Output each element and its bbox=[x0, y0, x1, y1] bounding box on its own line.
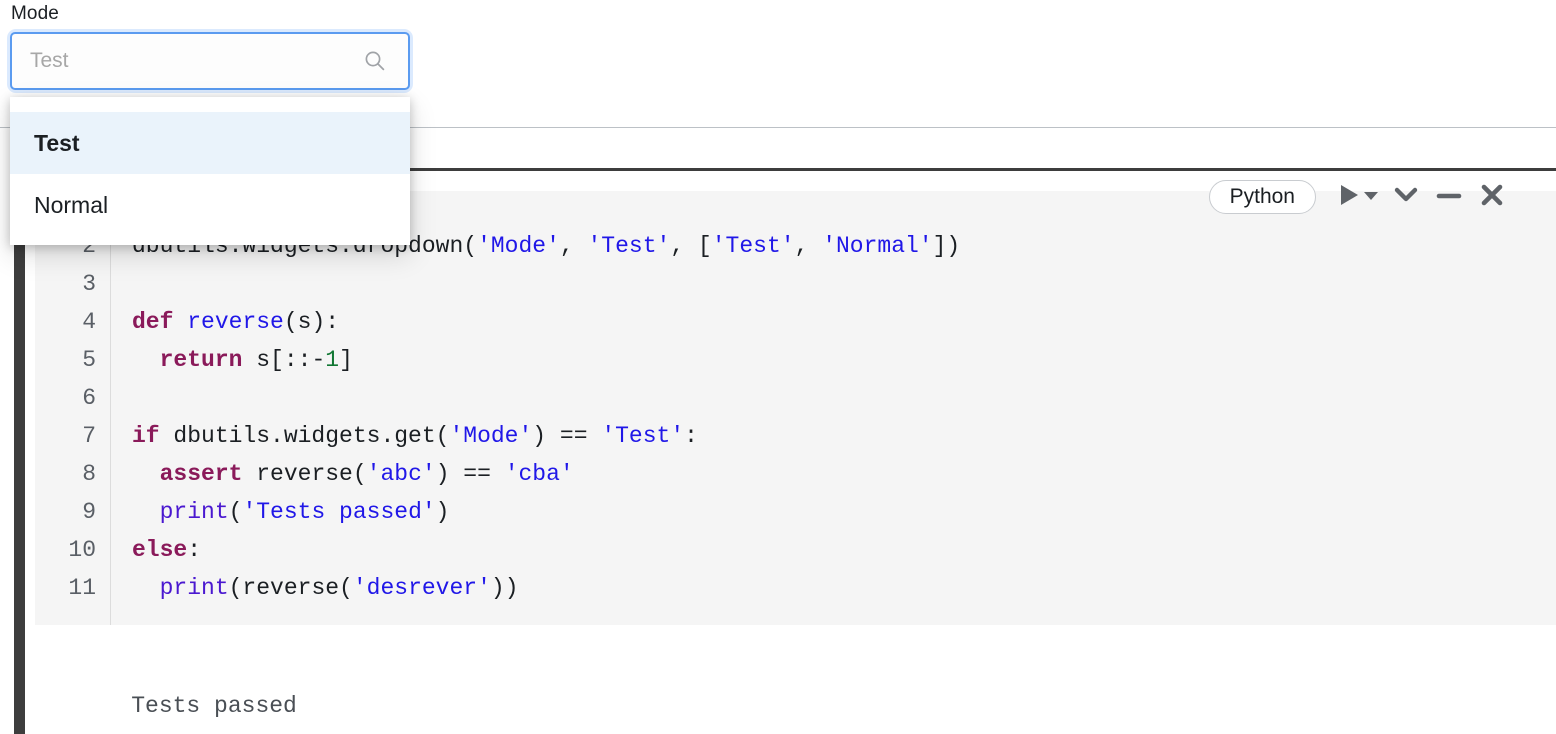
code-token: 1 bbox=[325, 347, 340, 373]
play-icon bbox=[1338, 183, 1360, 212]
code-token: 'Test' bbox=[601, 423, 685, 449]
dropdown-option-label: Normal bbox=[34, 191, 109, 218]
mode-combobox-box[interactable] bbox=[10, 32, 410, 90]
code-token: assert bbox=[159, 461, 243, 487]
code-token: reverse( bbox=[242, 461, 367, 487]
mode-search-input[interactable] bbox=[12, 49, 358, 73]
search-icon bbox=[358, 44, 392, 78]
language-pill[interactable]: Python bbox=[1208, 180, 1316, 214]
cell-output-text: Tests passed bbox=[131, 693, 297, 719]
line-number: 9 bbox=[82, 499, 96, 525]
chevron-down-icon bbox=[1393, 184, 1419, 211]
cell-selection-accent-bar bbox=[17, 171, 25, 734]
line-number: 10 bbox=[68, 537, 96, 563]
widget-label: Mode bbox=[11, 3, 59, 24]
code-line[interactable]: def reverse(s): bbox=[132, 303, 1556, 341]
code-token: 'cba' bbox=[504, 461, 574, 487]
mode-combobox[interactable] bbox=[10, 32, 410, 90]
code-token: 'Mode' bbox=[449, 423, 533, 449]
code-token: ) bbox=[435, 499, 450, 525]
collapse-cell-button[interactable] bbox=[1384, 179, 1428, 215]
code-token: 'Tests passed' bbox=[242, 499, 436, 525]
code-editor[interactable]: 2 3 4 5 6 7 8 9 10 11 dbutils.widgets.dropdown('M… bbox=[35, 191, 1556, 625]
close-cell-button[interactable] bbox=[1470, 179, 1514, 215]
line-number: 6 bbox=[82, 385, 96, 411]
code-token: ) == bbox=[532, 423, 602, 449]
code-token: ) == bbox=[435, 461, 505, 487]
code-token: , bbox=[559, 233, 588, 259]
dropdown-option-normal[interactable]: Normal bbox=[10, 174, 410, 236]
code-line[interactable] bbox=[132, 379, 1556, 417]
code-token: 'Test' bbox=[711, 233, 795, 259]
caret-down-icon bbox=[1364, 188, 1378, 206]
code-token: dbutils.widgets.get( bbox=[159, 423, 450, 449]
code-token: , bbox=[794, 233, 823, 259]
code-line[interactable] bbox=[132, 265, 1556, 303]
line-number: 7 bbox=[82, 423, 96, 449]
code-content[interactable]: dbutils.widgets.dropdown('Mode', 'Test',… bbox=[111, 191, 1556, 625]
line-number: 8 bbox=[82, 461, 96, 487]
close-icon bbox=[1480, 183, 1504, 212]
code-token: ] bbox=[339, 347, 353, 373]
line-number: 4 bbox=[82, 309, 96, 335]
code-token: print bbox=[159, 575, 229, 601]
code-line[interactable]: return s[::-1] bbox=[132, 341, 1556, 379]
code-token: 'abc' bbox=[366, 461, 436, 487]
code-token: print bbox=[159, 499, 229, 525]
line-number-gutter: 2 3 4 5 6 7 8 9 10 11 bbox=[35, 191, 111, 625]
code-token: (s): bbox=[283, 309, 340, 335]
dropdown-option-test[interactable]: Test bbox=[10, 112, 410, 174]
code-token: : bbox=[684, 423, 698, 449]
cell-toolbar: Python bbox=[1208, 171, 1556, 223]
minus-icon bbox=[1436, 188, 1462, 206]
widget-mode: Mode bbox=[10, 2, 410, 90]
code-token: s[::- bbox=[242, 347, 326, 373]
code-token: 'Test' bbox=[587, 233, 671, 259]
line-number: 3 bbox=[82, 271, 96, 297]
code-line[interactable]: print('Tests passed') bbox=[132, 493, 1556, 531]
code-token: 'Mode' bbox=[477, 233, 560, 259]
notebook-cell: Python 2 3 4 5 6 7 8 9 10 11 dbutils.wid… bbox=[14, 168, 1556, 734]
cell-output: Tests passed bbox=[35, 641, 1556, 734]
code-token: if bbox=[132, 423, 160, 449]
line-number: 11 bbox=[68, 575, 96, 601]
language-pill-label: Python bbox=[1229, 185, 1295, 208]
run-cell-button[interactable] bbox=[1332, 179, 1384, 215]
code-token: : bbox=[187, 537, 202, 563]
code-line[interactable]: print(reverse('desrever')) bbox=[132, 569, 1556, 607]
code-token: else bbox=[132, 537, 188, 563]
code-token: ( bbox=[228, 499, 243, 525]
code-line[interactable]: else: bbox=[132, 531, 1556, 569]
dropdown-option-label: Test bbox=[34, 129, 80, 156]
mode-dropdown-menu[interactable]: Test Normal bbox=[10, 97, 410, 245]
code-token: return bbox=[159, 347, 243, 373]
code-line[interactable]: if dbutils.widgets.get('Mode') == 'Test'… bbox=[132, 417, 1556, 455]
code-token: , [ bbox=[670, 233, 712, 259]
line-number: 5 bbox=[82, 347, 96, 373]
code-token: reverse bbox=[187, 309, 284, 335]
code-token: ]) bbox=[932, 233, 961, 259]
code-token: def bbox=[132, 309, 174, 335]
code-token: (reverse( bbox=[228, 575, 353, 601]
code-token: 'Normal' bbox=[822, 233, 933, 259]
code-line[interactable]: assert reverse('abc') == 'cba' bbox=[132, 455, 1556, 493]
minimize-cell-button[interactable] bbox=[1428, 179, 1470, 215]
code-token: )) bbox=[490, 575, 519, 601]
code-token: 'desrever' bbox=[352, 575, 491, 601]
